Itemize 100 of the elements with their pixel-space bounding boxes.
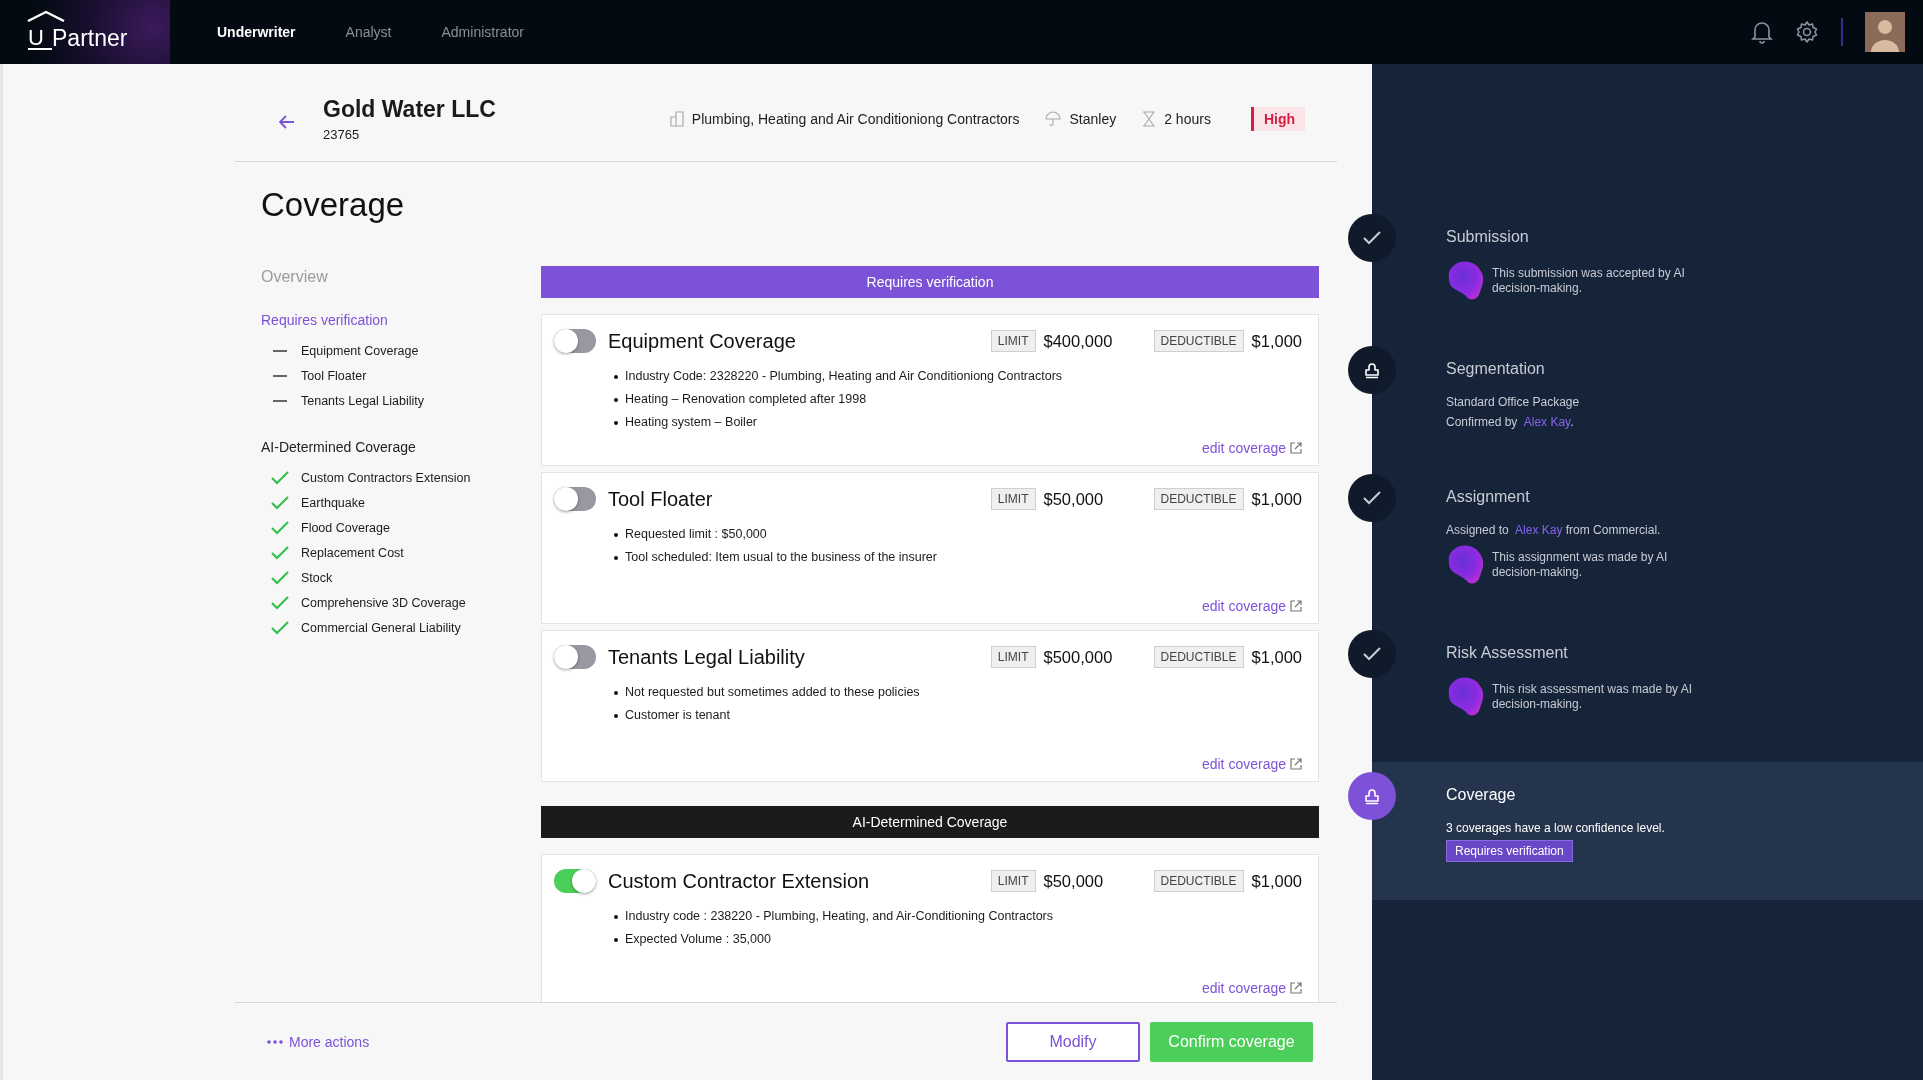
toggle-switch[interactable] — [554, 329, 596, 353]
step-title: Coverage — [1446, 786, 1517, 804]
check-icon — [1362, 490, 1382, 506]
page-title: Coverage — [261, 186, 406, 224]
edit-coverage-link[interactable]: edit coverage — [1201, 756, 1286, 772]
sidebar-item[interactable]: Earthquake — [301, 495, 365, 510]
coverage-detail: Requested limit : $50,000 — [625, 526, 767, 543]
person-link[interactable]: Alex Kay — [1515, 523, 1563, 537]
check-icon — [271, 520, 289, 535]
limit-label: LIMIT — [990, 870, 1036, 892]
stamp-icon — [1363, 787, 1381, 805]
sidebar-item[interactable]: Commercial General Liability — [301, 620, 461, 635]
sidebar-item[interactable]: Flood Coverage — [301, 520, 390, 535]
coverage-detail: Heating – Renovation completed after 1998 — [625, 391, 867, 408]
step-text: Confirmed by Alex Kay. — [1446, 414, 1575, 431]
sidebar-item[interactable]: Tenants Legal Liability — [301, 393, 424, 408]
back-arrow-icon[interactable] — [279, 114, 295, 129]
sidebar-item[interactable]: Comprehensive 3D Coverage — [301, 595, 466, 610]
coverage-title: Tool Floater — [608, 487, 714, 511]
section-link[interactable]: Requires verification — [261, 312, 541, 328]
deductible-label: DEDUCTIBLE — [1153, 870, 1244, 892]
bullet-icon — [614, 690, 618, 695]
status-badge: Requires verification — [1446, 840, 1573, 862]
ai-note: This assignment was made by AI decision-making. — [1492, 550, 1669, 580]
check-icon — [1362, 230, 1382, 246]
external-link-icon[interactable] — [1290, 758, 1302, 770]
priority-tag: High — [1250, 106, 1305, 131]
nav-tab[interactable]: Underwriter — [217, 24, 296, 40]
sidebar-item[interactable]: Stock — [301, 570, 333, 585]
toggle-switch[interactable] — [554, 487, 596, 511]
deductible-amount: $1,000 — [1251, 647, 1302, 667]
step-text: 3 coverages have a low confidence level. — [1446, 820, 1665, 837]
coverage-title: Equipment Coverage — [608, 329, 797, 353]
deductible-label: DEDUCTIBLE — [1153, 488, 1244, 510]
dash-icon — [273, 349, 287, 352]
bullet-icon — [614, 420, 618, 425]
ai-note: This submission was accepted by AI decision-making. — [1492, 266, 1686, 296]
step-text: Assigned to Alex Kay from Commercial. — [1446, 522, 1662, 539]
edit-coverage-link[interactable]: edit coverage — [1201, 980, 1286, 996]
external-link-icon[interactable] — [1290, 600, 1302, 612]
coverage-title: Custom Contractor Extension — [608, 869, 871, 893]
nav-tab[interactable]: Analyst — [345, 24, 392, 40]
coverage-detail: Industry Code: 2328220 - Plumbing, Heating and Air Conditioniong Contractors — [625, 368, 1063, 385]
bullet-icon — [614, 397, 618, 402]
limit-label: LIMIT — [990, 646, 1036, 668]
limit-amount: $400,000 — [1043, 331, 1114, 351]
limit-amount: $50,000 — [1043, 871, 1105, 891]
ai-note: This risk assessment was made by AI decision-making. — [1492, 682, 1694, 712]
bullet-icon — [614, 713, 618, 718]
modify-button[interactable]: Modify — [1006, 1021, 1140, 1062]
check-icon — [1362, 646, 1382, 662]
section-banner: AI-Determined Coverage — [541, 806, 1319, 838]
coverage-detail: Industry code : 238220 - Plumbing, Heating, and Air-Conditioning Contractors — [625, 908, 1054, 925]
coverage-title: Tenants Legal Liability — [608, 645, 806, 669]
check-icon — [271, 595, 289, 610]
avatar[interactable] — [1865, 12, 1905, 52]
external-link-icon[interactable] — [1290, 442, 1302, 454]
more-dots-icon[interactable] — [267, 1039, 283, 1044]
sidebar-item[interactable]: Equipment Coverage — [301, 343, 419, 358]
ai-blob-icon — [1446, 544, 1486, 586]
step-title: Segmentation — [1446, 360, 1546, 378]
limit-label: LIMIT — [990, 330, 1036, 352]
external-link-icon[interactable] — [1290, 982, 1302, 994]
step-text: Standard Office Package — [1446, 394, 1580, 411]
limit-amount: $50,000 — [1043, 489, 1105, 509]
logo-text: Partner — [52, 24, 128, 52]
deductible-amount: $1,000 — [1251, 331, 1302, 351]
building-icon — [669, 110, 684, 127]
section-link[interactable]: AI-Determined Coverage — [261, 439, 541, 455]
step-title: Risk Assessment — [1446, 644, 1569, 662]
sidebar-item[interactable]: Custom Contractors Extension — [301, 470, 471, 485]
coverage-detail: Heating system – Boiler — [625, 414, 757, 431]
bullet-icon — [614, 532, 618, 537]
deductible-label: DEDUCTIBLE — [1153, 330, 1244, 352]
bullet-icon — [614, 914, 618, 919]
bell-icon[interactable] — [1751, 20, 1773, 44]
sidebar-item[interactable]: Replacement Cost — [301, 545, 404, 560]
roof-icon — [26, 10, 66, 22]
coverage-detail: Expected Volume : 35,000 — [625, 931, 771, 948]
meta-text: Stanley — [1069, 110, 1117, 127]
more-actions-link[interactable]: More actions — [289, 1033, 370, 1050]
settings-icon[interactable] — [1795, 20, 1819, 44]
logo-mark: U — [28, 28, 52, 50]
bullet-icon — [614, 937, 618, 942]
step-title: Submission — [1446, 228, 1530, 246]
toggle-switch[interactable] — [554, 869, 596, 893]
nav-tab[interactable]: Administrator — [441, 24, 524, 40]
step-title: Assignment — [1446, 488, 1531, 506]
hourglass-icon — [1142, 110, 1157, 127]
check-icon — [271, 495, 289, 510]
check-icon — [271, 545, 289, 560]
toggle-switch[interactable] — [554, 645, 596, 669]
edit-coverage-link[interactable]: edit coverage — [1201, 440, 1286, 456]
company-name: Gold Water LLC — [323, 95, 496, 123]
limit-label: LIMIT — [990, 488, 1036, 510]
deductible-label: DEDUCTIBLE — [1153, 646, 1244, 668]
bullet-icon — [614, 555, 618, 560]
ai-blob-icon — [1446, 260, 1486, 302]
sidebar-item[interactable]: Tool Floater — [301, 368, 367, 383]
edit-coverage-link[interactable]: edit coverage — [1201, 598, 1286, 614]
